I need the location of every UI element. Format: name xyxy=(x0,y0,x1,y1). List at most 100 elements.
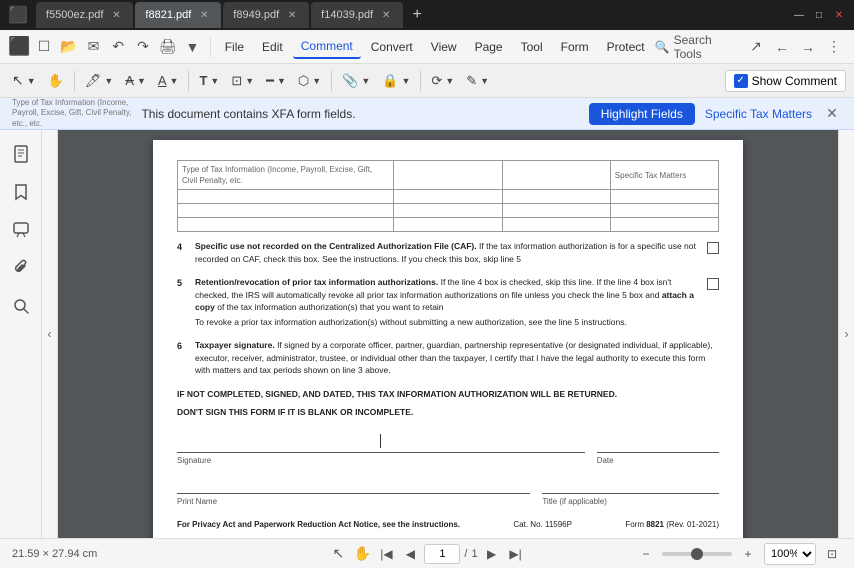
minimize-button[interactable]: — xyxy=(792,8,806,22)
tool-attach[interactable]: 📎 ▼ xyxy=(338,68,374,94)
zoom-out-button[interactable]: − xyxy=(636,544,656,564)
last-page-button[interactable]: ▶| xyxy=(506,544,526,564)
new-file-icon[interactable]: ☐ xyxy=(33,35,56,59)
sidebar-icon-attachments[interactable] xyxy=(5,252,37,284)
show-comment-checkbox[interactable]: ✓ xyxy=(734,74,748,88)
new-tab-button[interactable]: + xyxy=(405,3,429,27)
footer-form: Form 8821 (Rev. 01-2021) xyxy=(625,519,719,530)
document-area[interactable]: Type of Tax Information (Income, Payroll… xyxy=(58,130,838,538)
close-button[interactable]: ✕ xyxy=(832,8,846,22)
tool-text[interactable]: T ▼ xyxy=(195,68,223,94)
cursor-tool-button[interactable]: ↖ xyxy=(328,544,348,564)
table-row: Type of Tax Information (Income, Payroll… xyxy=(178,161,719,190)
menu-comment[interactable]: Comment xyxy=(293,35,361,59)
sidebar-icon-search[interactable] xyxy=(5,290,37,322)
more-icon: ⟳ xyxy=(431,73,442,89)
tool-shapes[interactable]: ⬡ ▼ xyxy=(294,68,325,94)
menu-tool[interactable]: Tool xyxy=(513,36,551,58)
status-bar: 21.59 × 27.94 cm ↖ ✋ |◀ ◀ / 1 ▶ ▶| − + 1… xyxy=(0,538,854,568)
menu-view[interactable]: View xyxy=(423,36,465,58)
open-file-icon[interactable]: 📂 xyxy=(57,35,80,59)
title-bar: ⬛ f5500ez.pdf ✕ f8821.pdf ✕ f8949.pdf ✕ … xyxy=(0,0,854,30)
tab-label: f14039.pdf xyxy=(321,9,373,21)
menu-protect[interactable]: Protect xyxy=(599,36,653,58)
tool-more[interactable]: ⟳ ▼ xyxy=(427,68,458,94)
menu-page[interactable]: Page xyxy=(467,36,511,58)
sidebar-icon-comments[interactable] xyxy=(5,214,37,246)
search-tools[interactable]: 🔍 Search Tools xyxy=(655,33,738,61)
undo-icon[interactable]: ↶ xyxy=(107,35,130,59)
menu-edit[interactable]: Edit xyxy=(254,36,291,58)
redo-icon[interactable]: ↷ xyxy=(132,35,155,59)
section-5-num: 5 xyxy=(177,276,191,290)
zoom-select[interactable]: 100% 75% 125% 150% Fit Page xyxy=(764,543,816,565)
zoom-slider-thumb[interactable] xyxy=(691,548,703,560)
zoom-slider[interactable] xyxy=(662,552,732,556)
email-icon[interactable]: ✉ xyxy=(82,35,105,59)
customize-icon[interactable]: ▼ xyxy=(181,35,204,59)
specific-tax-link[interactable]: Specific Tax Matters xyxy=(705,107,812,121)
tab-close-f14039[interactable]: ✕ xyxy=(379,8,393,22)
menu-form[interactable]: Form xyxy=(553,36,597,58)
hand-tool-button[interactable]: ✋ xyxy=(352,544,372,564)
show-comment-button[interactable]: ✓ Show Comment xyxy=(725,70,846,92)
nav-forward-icon[interactable]: → xyxy=(796,35,820,59)
tool-line[interactable]: ━ ▼ xyxy=(262,68,290,94)
tool-underline[interactable]: A ▼ xyxy=(154,68,183,94)
left-panel-collapse[interactable]: ‹ xyxy=(42,130,58,538)
more-options-icon[interactable]: ⋮ xyxy=(822,35,846,59)
close-notification-button[interactable]: ✕ xyxy=(822,104,842,124)
tool-callout[interactable]: ⊡ ▼ xyxy=(227,68,258,94)
warning-2: DON'T SIGN THIS FORM IF IT IS BLANK OR I… xyxy=(177,407,719,419)
first-page-button[interactable]: |◀ xyxy=(376,544,396,564)
tab-close-f8821[interactable]: ✕ xyxy=(197,8,211,22)
tool-strikethrough[interactable]: A ▼ xyxy=(121,68,150,94)
tab-f8821[interactable]: f8821.pdf ✕ xyxy=(135,2,221,28)
text-dropdown-icon: ▼ xyxy=(210,76,219,86)
zoom-in-button[interactable]: + xyxy=(738,544,758,564)
left-sidebar xyxy=(0,130,42,538)
highlight-fields-button[interactable]: Highlight Fields xyxy=(589,103,695,125)
menu-icon-acrobat[interactable]: ⬛ xyxy=(8,35,31,59)
tab-f8949[interactable]: f8949.pdf ✕ xyxy=(223,2,309,28)
tool-pan[interactable]: ✋ xyxy=(44,68,68,94)
tab-f14039[interactable]: f14039.pdf ✕ xyxy=(311,2,403,28)
tool-select[interactable]: ↖ ▼ xyxy=(8,68,40,94)
sidebar-icon-bookmarks[interactable] xyxy=(5,176,37,208)
app-icon: ⬛ xyxy=(8,5,28,25)
section-5-revoke-text: To revoke a prior tax information author… xyxy=(195,316,703,329)
print-icon[interactable]: 🖨 xyxy=(156,35,179,59)
section-6-heading: Taxpayer signature. xyxy=(195,340,275,350)
toolbar-sep-2 xyxy=(188,71,189,91)
menu-file[interactable]: File xyxy=(217,36,252,58)
tool-edit[interactable]: ✎ ▼ xyxy=(462,68,493,94)
right-panel-collapse[interactable]: › xyxy=(838,130,854,538)
sidebar-icon-pages[interactable] xyxy=(5,138,37,170)
section-4-checkbox[interactable] xyxy=(707,242,719,254)
main-area: ‹ Type of Tax Information (Income, Payro… xyxy=(0,130,854,538)
menu-convert[interactable]: Convert xyxy=(363,36,421,58)
next-page-button[interactable]: ▶ xyxy=(482,544,502,564)
tab-f5500ez[interactable]: f5500ez.pdf ✕ xyxy=(36,2,134,28)
external-link-icon[interactable]: ↗ xyxy=(744,35,768,59)
section-4-num: 4 xyxy=(177,240,191,254)
fit-window-button[interactable]: ⊡ xyxy=(822,544,842,564)
tool-highlight[interactable]: 🖊 ▼ xyxy=(81,68,117,94)
notification-above-text3: etc., etc. xyxy=(12,119,131,129)
tab-close-f5500ez[interactable]: ✕ xyxy=(109,8,123,22)
page-number-input[interactable] xyxy=(424,544,460,564)
nav-back-icon[interactable]: ← xyxy=(770,35,794,59)
tab-close-f8949[interactable]: ✕ xyxy=(285,8,299,22)
section-5-checkbox[interactable] xyxy=(707,278,719,290)
maximize-button[interactable]: □ xyxy=(812,8,826,22)
tool-stamp[interactable]: 🔒 ▼ xyxy=(378,68,414,94)
toolbar-sep-3 xyxy=(331,71,332,91)
title-line xyxy=(542,472,719,494)
callout-icon: ⊡ xyxy=(231,73,242,89)
print-name-field: Print Name xyxy=(177,472,530,507)
attach-icon: 📎 xyxy=(342,73,358,89)
toolbar-sep-4 xyxy=(420,71,421,91)
prev-page-button[interactable]: ◀ xyxy=(400,544,420,564)
pdf-page: Type of Tax Information (Income, Payroll… xyxy=(153,140,743,538)
section-5-content: Retention/revocation of prior tax inform… xyxy=(195,276,703,329)
